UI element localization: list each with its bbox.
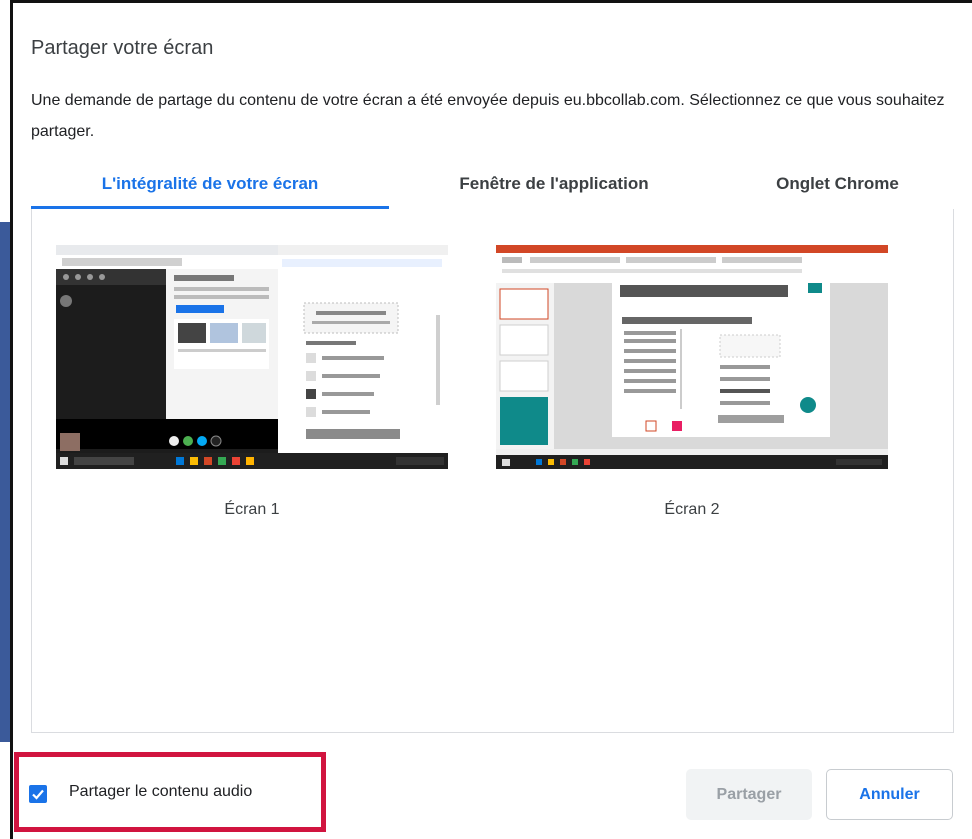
background-window-edge — [0, 222, 10, 742]
dialog-description: Une demande de partage du contenu de vot… — [31, 92, 945, 140]
share-button[interactable]: Partager — [686, 769, 812, 820]
screen-1-label: Écran 1 — [224, 501, 280, 518]
cancel-button[interactable]: Annuler — [826, 769, 953, 820]
screen-1-thumbnail[interactable] — [56, 245, 448, 469]
screen-2-label: Écran 2 — [664, 501, 720, 518]
source-tabs: L'intégralité de votre écran Fenêtre de … — [31, 167, 956, 209]
audio-checkbox-label[interactable]: Partager le contenu audio — [69, 783, 252, 801]
dialog-title: Partager votre écran — [31, 37, 214, 59]
share-screen-dialog: Partager votre écran Une demande de part… — [10, 0, 972, 839]
checkmark-icon — [32, 789, 44, 800]
tab-application-window[interactable]: Fenêtre de l'application — [389, 167, 719, 209]
screen-2-thumbnail[interactable] — [496, 245, 888, 469]
audio-checkbox[interactable] — [29, 785, 47, 803]
screen-picker-panel: Écran 1 Écran 2 — [31, 209, 954, 733]
tab-chrome-tab[interactable]: Onglet Chrome — [719, 167, 956, 209]
tab-entire-screen[interactable]: L'intégralité de votre écran — [31, 167, 389, 209]
audio-share-highlight: Partager le contenu audio — [14, 752, 326, 832]
